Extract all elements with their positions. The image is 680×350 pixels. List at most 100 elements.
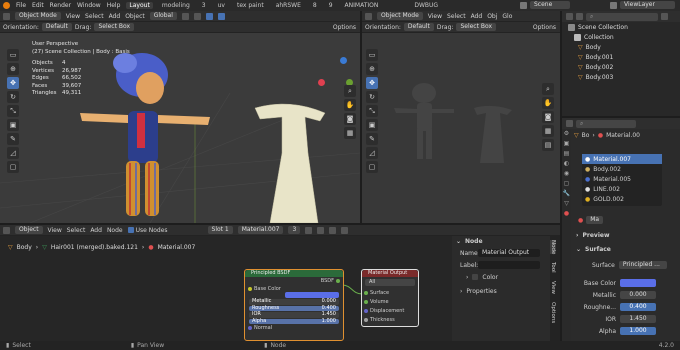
mode-dropdown[interactable]: Object Mode xyxy=(377,12,423,20)
orientation-dropdown[interactable]: Default xyxy=(403,23,434,31)
editor-type-icon[interactable] xyxy=(3,226,10,234)
outliner-scene-collection[interactable]: Scene Collection xyxy=(562,22,680,32)
perspective-grid-icon[interactable]: ▦ xyxy=(344,127,356,139)
material-tab-icon[interactable]: ● xyxy=(562,209,571,219)
material-users[interactable]: 3 xyxy=(288,226,301,234)
tab-dwbug[interactable]: DWBUG xyxy=(411,2,441,9)
local-view-icon[interactable]: ▤ xyxy=(542,139,554,151)
menu-window[interactable]: Window xyxy=(77,2,101,9)
use-nodes-toggle[interactable]: Use Nodes xyxy=(127,227,168,234)
material-slot-item[interactable]: ● LINE.002 xyxy=(582,184,662,194)
material-slot-item[interactable]: ● Material.005 xyxy=(582,174,662,184)
menu-add[interactable]: Add xyxy=(90,227,102,234)
properties-search[interactable]: ⌕ xyxy=(576,119,636,128)
output-socket-icon[interactable] xyxy=(336,279,340,283)
rotate-tool-icon[interactable]: ↻ xyxy=(7,91,19,103)
bsdf-metallic[interactable]: Metallic 0.000 xyxy=(249,298,339,305)
measure-tool-icon[interactable]: ◿ xyxy=(7,147,19,159)
scene-name[interactable]: Scene xyxy=(530,1,570,9)
menu-render[interactable]: Render xyxy=(50,2,71,9)
pan-hand-icon[interactable]: ✋ xyxy=(344,99,356,111)
menu-node[interactable]: Node xyxy=(107,227,123,234)
input-socket-icon[interactable] xyxy=(364,308,368,313)
zoom-icon[interactable]: ⌕ xyxy=(344,85,356,97)
menu-view[interactable]: View xyxy=(428,13,442,20)
outliner-item-body001[interactable]: ▽ Body.001 xyxy=(562,52,680,62)
outliner-item-collection[interactable]: Collection xyxy=(562,32,680,42)
outliner-item-body[interactable]: ▽ Body xyxy=(562,42,680,52)
material-slot-item[interactable]: ● Material.007 xyxy=(582,154,662,164)
perspective-grid-icon[interactable]: ▦ xyxy=(542,125,554,137)
panel-properties[interactable]: › Properties xyxy=(452,285,550,297)
filter-icon[interactable] xyxy=(661,13,668,20)
editor-type-icon[interactable] xyxy=(365,12,372,20)
tab-layout[interactable]: Layout xyxy=(126,2,153,9)
sidebar-tab-tool[interactable]: Tool xyxy=(550,262,556,273)
mode-dropdown[interactable]: Object Mode xyxy=(15,12,61,20)
base-color-swatch[interactable] xyxy=(620,279,656,287)
panel-surface[interactable]: ⌄ Surface xyxy=(576,246,611,253)
properties-editor-icon[interactable] xyxy=(566,120,573,127)
world-tab-icon[interactable]: ◉ xyxy=(562,169,571,179)
cursor-tool-icon[interactable]: ⊕ xyxy=(366,63,378,75)
menu-view[interactable]: View xyxy=(48,227,62,234)
orientation-dropdown[interactable]: Default xyxy=(41,23,72,31)
pan-hand-icon[interactable]: ✋ xyxy=(542,97,554,109)
measure-tool-icon[interactable]: ◿ xyxy=(366,147,378,159)
principled-bsdf-node[interactable]: Principled BSDF BSDF Base Color Metallic… xyxy=(244,269,344,341)
viewport-right[interactable]: ▭ ⊕ ✥ ↻ ⤡ ▣ ✎ ◿ ▢ ⌕ ✋ ◙ ▦ ▤ xyxy=(362,33,560,223)
scale-tool-icon[interactable]: ⤡ xyxy=(366,105,378,117)
checkbox-icon[interactable] xyxy=(127,227,134,233)
panel-preview[interactable]: › Preview xyxy=(576,232,610,239)
zoom-icon[interactable]: ⌕ xyxy=(542,83,554,95)
menu-edit[interactable]: Edit xyxy=(32,2,44,9)
tab-9[interactable]: 9 xyxy=(326,2,336,9)
menu-object[interactable]: Obj xyxy=(487,13,497,20)
move-tool-icon[interactable]: ✥ xyxy=(366,77,378,89)
node-canvas[interactable]: ▽ Body › ▽ Hair001 (merged).baked.121 › … xyxy=(0,236,452,341)
editor-type-icon[interactable] xyxy=(3,12,10,20)
proportional-icon[interactable] xyxy=(193,12,201,20)
drag-dropdown[interactable]: Select Box xyxy=(94,23,135,31)
tab-8[interactable]: 8 xyxy=(310,2,320,9)
transform-tool-icon[interactable]: ▣ xyxy=(7,119,19,131)
node-color-row[interactable]: › Color xyxy=(452,271,550,283)
slot-dropdown[interactable]: Slot 1 xyxy=(207,226,233,234)
input-socket-icon[interactable] xyxy=(248,326,252,330)
surface-shader-dropdown[interactable]: Principled ... xyxy=(618,261,667,269)
panel-node[interactable]: ⌄ Node xyxy=(452,236,550,247)
add-cube-tool-icon[interactable]: ▢ xyxy=(366,161,378,173)
menu-add[interactable]: Add xyxy=(471,13,483,20)
annotate-tool-icon[interactable]: ✎ xyxy=(7,133,19,145)
transform-orientation[interactable]: Global xyxy=(149,12,177,20)
menu-add[interactable]: Add xyxy=(109,13,121,20)
data-tab-icon[interactable]: ▽ xyxy=(562,199,571,209)
rotate-tool-icon[interactable]: ↻ xyxy=(366,91,378,103)
pin-icon[interactable] xyxy=(341,226,349,234)
tab-3[interactable]: 3 xyxy=(199,2,209,9)
blender-logo-icon[interactable] xyxy=(3,2,10,9)
material-output-node[interactable]: Material Output All Surface Volume Displ… xyxy=(361,269,419,327)
checkbox-icon[interactable] xyxy=(472,274,479,280)
node-name-field[interactable]: Material Output xyxy=(478,249,540,257)
scene-tab-icon[interactable]: ◐ xyxy=(562,159,571,169)
scene-selector[interactable]: Scene xyxy=(520,1,570,9)
menu-select[interactable]: Select xyxy=(447,13,466,20)
outliner-item-body003[interactable]: ▽ Body.003 xyxy=(562,72,680,82)
input-socket-icon[interactable] xyxy=(364,290,368,295)
tab-animation[interactable]: ANIMATION xyxy=(342,2,382,9)
gizmo-x-icon[interactable] xyxy=(318,79,325,86)
select-tool-icon[interactable]: ▭ xyxy=(7,49,19,61)
cursor-tool-icon[interactable]: ⊕ xyxy=(7,63,19,75)
menu-object[interactable]: Object xyxy=(125,13,145,20)
move-tool-icon[interactable]: ✥ xyxy=(7,77,19,89)
camera-icon[interactable]: ◙ xyxy=(344,113,356,125)
shading-solid-icon[interactable] xyxy=(217,12,225,20)
fake-user-icon[interactable] xyxy=(305,226,313,234)
viewport-left[interactable]: User Perspective (27) Scene Collection |… xyxy=(0,33,360,223)
modifier-tab-icon[interactable]: 🔧 xyxy=(562,189,571,199)
gizmo-z-icon[interactable] xyxy=(340,57,347,64)
view-layer-name[interactable]: ViewLayer xyxy=(620,1,675,9)
input-socket-icon[interactable] xyxy=(364,317,368,322)
snap-icon[interactable] xyxy=(181,12,189,20)
